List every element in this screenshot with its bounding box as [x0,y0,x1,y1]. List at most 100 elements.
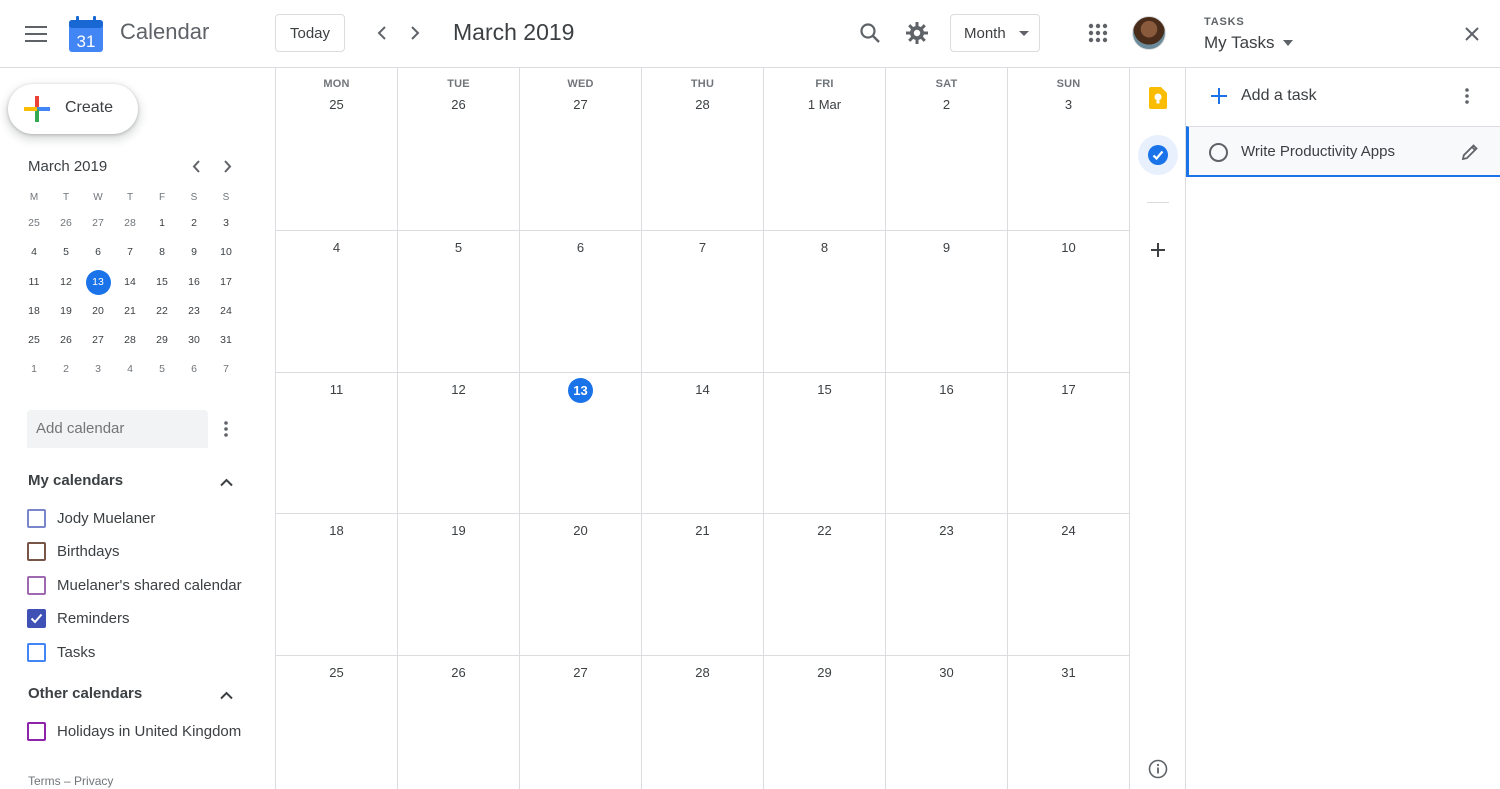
day-cell[interactable]: 13 [520,373,642,513]
day-cell[interactable]: 12 [398,373,520,513]
calendar-item[interactable]: Birthdays [27,537,120,567]
calendar-item[interactable]: Muelaner's shared calendar [27,570,242,600]
add-task-button[interactable]: Add a task [1186,76,1500,116]
mini-day[interactable]: 25 [18,326,50,355]
settings-button[interactable] [897,13,937,53]
day-cell[interactable]: 7 [642,231,764,372]
mini-day[interactable]: 14 [114,268,146,297]
calendar-checkbox[interactable] [27,575,46,595]
day-cell[interactable]: 23 [886,514,1008,655]
mini-day[interactable]: 15 [146,268,178,297]
day-cell[interactable]: FRI 1 Mar [764,68,886,230]
day-number[interactable]: 31 [1061,665,1075,680]
mini-day[interactable]: 5 [50,238,82,267]
day-cell[interactable]: 22 [764,514,886,655]
day-number[interactable]: 25 [329,97,343,112]
day-number[interactable]: 21 [695,523,709,538]
main-menu-button[interactable] [12,10,60,58]
day-cell[interactable]: 25 [276,656,398,789]
view-mode-dropdown[interactable]: Month [950,14,1040,52]
search-button[interactable] [850,13,890,53]
mini-day[interactable]: 1 [18,355,50,384]
google-apps-button[interactable] [1078,13,1118,53]
mini-day[interactable]: 6 [178,355,210,384]
mini-day[interactable]: 25 [18,209,50,238]
day-cell[interactable]: SUN 3 [1008,68,1130,230]
mini-day[interactable]: 20 [82,297,114,326]
calendar-item[interactable]: Reminders [27,604,130,634]
mini-day[interactable]: 26 [50,209,82,238]
previous-period-button[interactable] [366,16,398,50]
day-cell[interactable]: 24 [1008,514,1130,655]
mini-day[interactable]: 28 [114,326,146,355]
mini-day[interactable]: 30 [178,326,210,355]
day-number[interactable]: 1 Mar [808,97,841,112]
day-cell[interactable]: 31 [1008,656,1130,789]
create-button[interactable]: Create [8,84,138,134]
my-calendars-heading[interactable]: My calendars [28,472,123,489]
mini-day[interactable]: 22 [146,297,178,326]
get-add-ons-button[interactable] [1138,230,1178,270]
day-cell[interactable]: 10 [1008,231,1130,372]
day-cell[interactable]: 18 [276,514,398,655]
day-cell[interactable]: MON 25 [276,68,398,230]
keep-button[interactable] [1138,78,1178,118]
day-number[interactable]: 11 [330,382,344,397]
day-cell[interactable]: TUE 26 [398,68,520,230]
day-cell[interactable]: 14 [642,373,764,513]
mini-day[interactable]: 11 [18,268,50,297]
day-cell[interactable]: 27 [520,656,642,789]
day-number[interactable]: 16 [939,382,953,397]
mini-day[interactable]: 7 [114,238,146,267]
day-number[interactable]: 5 [455,240,462,255]
mini-day[interactable]: 2 [50,355,82,384]
mini-day[interactable]: 16 [178,268,210,297]
mini-day[interactable]: 4 [18,238,50,267]
mini-day[interactable]: 28 [114,209,146,238]
task-item[interactable]: Write Productivity Apps [1186,126,1500,177]
mini-calendar-next-button[interactable] [215,154,239,178]
calendar-logo-icon[interactable]: 31 [69,16,103,52]
mini-day[interactable]: 26 [50,326,82,355]
my-calendars-collapse-button[interactable] [214,470,238,494]
day-number[interactable]: 22 [817,523,831,538]
add-calendar-more-button[interactable] [214,417,238,441]
day-number[interactable]: 19 [451,523,465,538]
day-cell[interactable]: 16 [886,373,1008,513]
day-number[interactable]: 24 [1061,523,1075,538]
mini-day[interactable]: 6 [82,238,114,267]
day-number[interactable]: 8 [821,240,828,255]
day-cell[interactable]: 29 [764,656,886,789]
day-number[interactable]: 30 [939,665,953,680]
mini-day[interactable]: 4 [114,355,146,384]
mini-day[interactable]: 7 [210,355,242,384]
day-cell[interactable]: 15 [764,373,886,513]
mini-calendar-previous-button[interactable] [184,154,208,178]
day-number[interactable]: 28 [695,665,709,680]
day-cell[interactable]: 8 [764,231,886,372]
day-cell[interactable]: 26 [398,656,520,789]
mini-day[interactable]: 17 [210,268,242,297]
mini-day[interactable]: 19 [50,297,82,326]
task-list-options-button[interactable] [1455,84,1479,108]
task-list-dropdown[interactable]: My Tasks [1204,33,1293,53]
day-cell[interactable]: 19 [398,514,520,655]
day-cell[interactable]: WED 27 [520,68,642,230]
day-number[interactable]: 28 [695,97,709,112]
mini-day[interactable]: 27 [82,209,114,238]
next-period-button[interactable] [399,16,431,50]
day-cell[interactable]: 5 [398,231,520,372]
calendar-checkbox[interactable] [27,721,46,741]
mini-day[interactable]: 18 [18,297,50,326]
day-number[interactable]: 20 [573,523,587,538]
mini-day[interactable]: 3 [210,209,242,238]
mini-day[interactable]: 12 [50,268,82,297]
today-button[interactable]: Today [275,14,345,52]
mini-day[interactable]: 21 [114,297,146,326]
calendar-item[interactable]: Tasks [27,637,95,667]
day-number[interactable]: 26 [451,665,465,680]
day-number[interactable]: 14 [695,382,709,397]
mini-day[interactable]: 10 [210,238,242,267]
account-avatar[interactable] [1132,16,1166,50]
edit-task-button[interactable] [1457,139,1483,165]
